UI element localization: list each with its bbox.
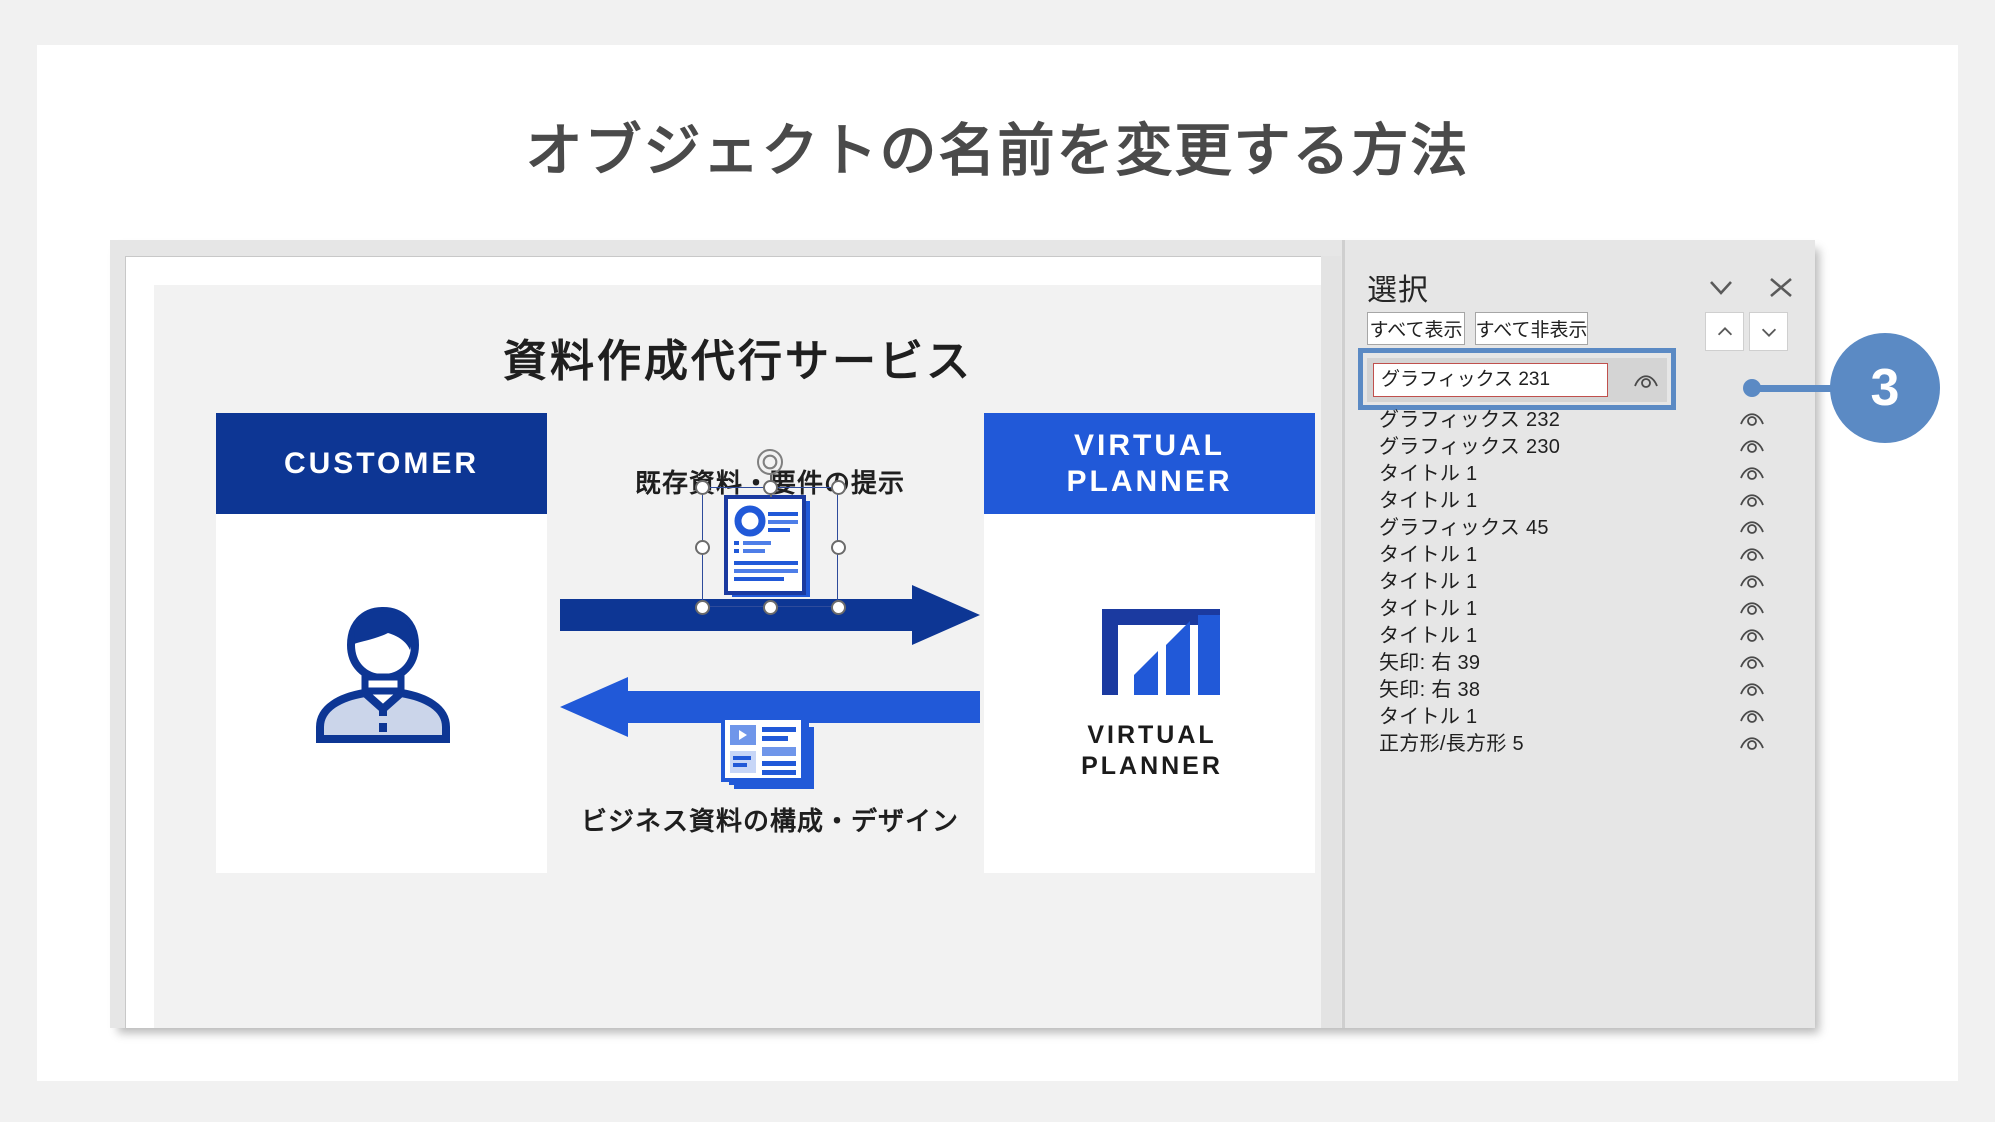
eye-visible-icon[interactable]: [1739, 570, 1765, 590]
eye-visible-icon[interactable]: [1739, 462, 1765, 482]
page-title: オブジェクトの名前を変更する方法: [525, 119, 1470, 183]
object-list-item-label: 矢印: 右 38: [1379, 679, 1481, 701]
vp-logo-line1: VIRTUAL: [1087, 721, 1217, 749]
person-avatar-icon: [316, 606, 450, 743]
customer-card-header-label: CUSTOMER: [283, 446, 480, 480]
object-list[interactable]: グラフィックス 232 グラフィックス 230 タイトル 1 タイトル 1 グラフィック…: [1345, 404, 1815, 755]
eye-visible-icon[interactable]: [1739, 624, 1765, 644]
object-list-item-label: グラフィックス 45: [1379, 517, 1549, 539]
rotation-handle[interactable]: [757, 449, 783, 475]
move-up-button[interactable]: [1705, 312, 1744, 351]
hide-all-label: すべて非表示: [1475, 320, 1588, 341]
chevron-down-icon[interactable]: [1703, 272, 1739, 302]
object-list-item-label: タイトル 1: [1379, 490, 1478, 512]
virtual-planner-card-header: VIRTUAL PLANNER: [984, 413, 1315, 514]
object-list-item[interactable]: タイトル 1: [1345, 620, 1815, 647]
object-list-item[interactable]: グラフィックス 232: [1345, 404, 1815, 431]
customer-card-header: CUSTOMER: [216, 413, 547, 514]
vp-logo-line2: PLANNER: [1081, 752, 1223, 781]
selection-pane: 選択 すべて表示 すべて非表示 グラフィックス 231 グラフィックス 232 …: [1345, 240, 1815, 1028]
slide-canvas[interactable]: 資料作成代行サービス CUSTOMER VIRTUAL PLANNER VIRT…: [125, 256, 1321, 1028]
object-name-input[interactable]: グラフィックス 231: [1373, 363, 1608, 397]
object-list-item-label: タイトル 1: [1379, 544, 1478, 566]
handle-middle-right[interactable]: [831, 540, 846, 555]
object-list-item-label: タイトル 1: [1379, 625, 1478, 647]
object-list-item[interactable]: タイトル 1: [1345, 566, 1815, 593]
content-card: オブジェクトの名前を変更する方法 資料作成代行サービス CUSTOMER VIR…: [37, 45, 1958, 1081]
object-list-item-label: グラフィックス 232: [1379, 409, 1561, 431]
object-list-item[interactable]: 矢印: 右 39: [1345, 647, 1815, 674]
close-icon[interactable]: [1763, 272, 1799, 302]
show-all-label: すべて表示: [1369, 320, 1463, 341]
show-all-button[interactable]: すべて表示: [1367, 312, 1465, 345]
object-list-item[interactable]: グラフィックス 230: [1345, 431, 1815, 458]
object-list-item[interactable]: タイトル 1: [1345, 593, 1815, 620]
eye-visible-icon[interactable]: [1739, 435, 1765, 455]
object-list-item[interactable]: 矢印: 右 38: [1345, 674, 1815, 701]
selection-bounding-box: [702, 487, 838, 607]
eye-visible-icon[interactable]: [1739, 678, 1765, 698]
eye-visible-icon[interactable]: [1739, 732, 1765, 752]
customer-card[interactable]: CUSTOMER: [216, 413, 547, 873]
object-list-item[interactable]: 正方形/長方形 5: [1345, 728, 1815, 755]
move-down-button[interactable]: [1749, 312, 1788, 351]
handle-bottom-right[interactable]: [831, 600, 846, 615]
object-row-editing[interactable]: グラフィックス 231: [1367, 358, 1667, 402]
handle-middle-left[interactable]: [695, 540, 710, 555]
selection-pane-title: 選択: [1367, 274, 1429, 307]
eye-visible-icon[interactable]: [1739, 651, 1765, 671]
object-list-item[interactable]: タイトル 1: [1345, 458, 1815, 485]
eye-visible-icon[interactable]: [1739, 543, 1765, 563]
callout-connector-dot: [1743, 379, 1761, 397]
object-list-item-label: グラフィックス 230: [1379, 436, 1561, 458]
virtual-planner-logo-text: VIRTUAL PLANNER: [1072, 720, 1232, 783]
slide-deck-icon[interactable]: [720, 715, 820, 797]
object-list-item[interactable]: タイトル 1: [1345, 539, 1815, 566]
object-list-item-label: タイトル 1: [1379, 706, 1478, 728]
virtual-planner-logo: VIRTUAL PLANNER: [1072, 603, 1232, 783]
chevron-up-icon: [1717, 326, 1732, 335]
object-list-item-label: 正方形/長方形 5: [1379, 733, 1524, 755]
slide-scrollbar-gutter[interactable]: [1321, 256, 1341, 1028]
slide-surface[interactable]: 資料作成代行サービス CUSTOMER VIRTUAL PLANNER VIRT…: [154, 285, 1321, 1028]
handle-top-left[interactable]: [695, 480, 710, 495]
eye-visible-icon[interactable]: [1633, 370, 1659, 390]
slide-title: 資料作成代行サービス: [503, 337, 973, 386]
vp-header-line1: VIRTUAL: [1074, 429, 1225, 463]
object-list-item[interactable]: タイトル 1: [1345, 701, 1815, 728]
handle-bottom-center[interactable]: [763, 600, 778, 615]
object-list-item[interactable]: タイトル 1: [1345, 485, 1815, 512]
eye-visible-icon[interactable]: [1739, 705, 1765, 725]
handle-top-right[interactable]: [831, 480, 846, 495]
powerpoint-screenshot: 資料作成代行サービス CUSTOMER VIRTUAL PLANNER VIRT…: [110, 240, 1815, 1028]
handle-top-center[interactable]: [763, 480, 778, 495]
object-list-item-label: 矢印: 右 39: [1379, 652, 1481, 674]
callout-step-badge: 3: [1830, 333, 1940, 443]
object-list-item-label: タイトル 1: [1379, 571, 1478, 593]
bar-chart-logo-icon: [1102, 609, 1220, 695]
object-list-item[interactable]: グラフィックス 45: [1345, 512, 1815, 539]
flow-bottom-label: ビジネス資料の構成・デザイン: [580, 806, 959, 836]
object-list-item-label: タイトル 1: [1379, 463, 1478, 485]
hide-all-button[interactable]: すべて非表示: [1475, 312, 1588, 345]
eye-visible-icon[interactable]: [1739, 516, 1765, 536]
handle-bottom-left[interactable]: [695, 600, 710, 615]
chevron-down-icon: [1761, 328, 1776, 337]
eye-visible-icon[interactable]: [1739, 408, 1765, 428]
eye-visible-icon[interactable]: [1739, 597, 1765, 617]
object-list-item-label: タイトル 1: [1379, 598, 1478, 620]
eye-visible-icon[interactable]: [1739, 489, 1765, 509]
vp-header-line2: PLANNER: [1066, 464, 1233, 498]
virtual-planner-card[interactable]: VIRTUAL PLANNER VIRTUAL PLANNER: [984, 413, 1315, 873]
